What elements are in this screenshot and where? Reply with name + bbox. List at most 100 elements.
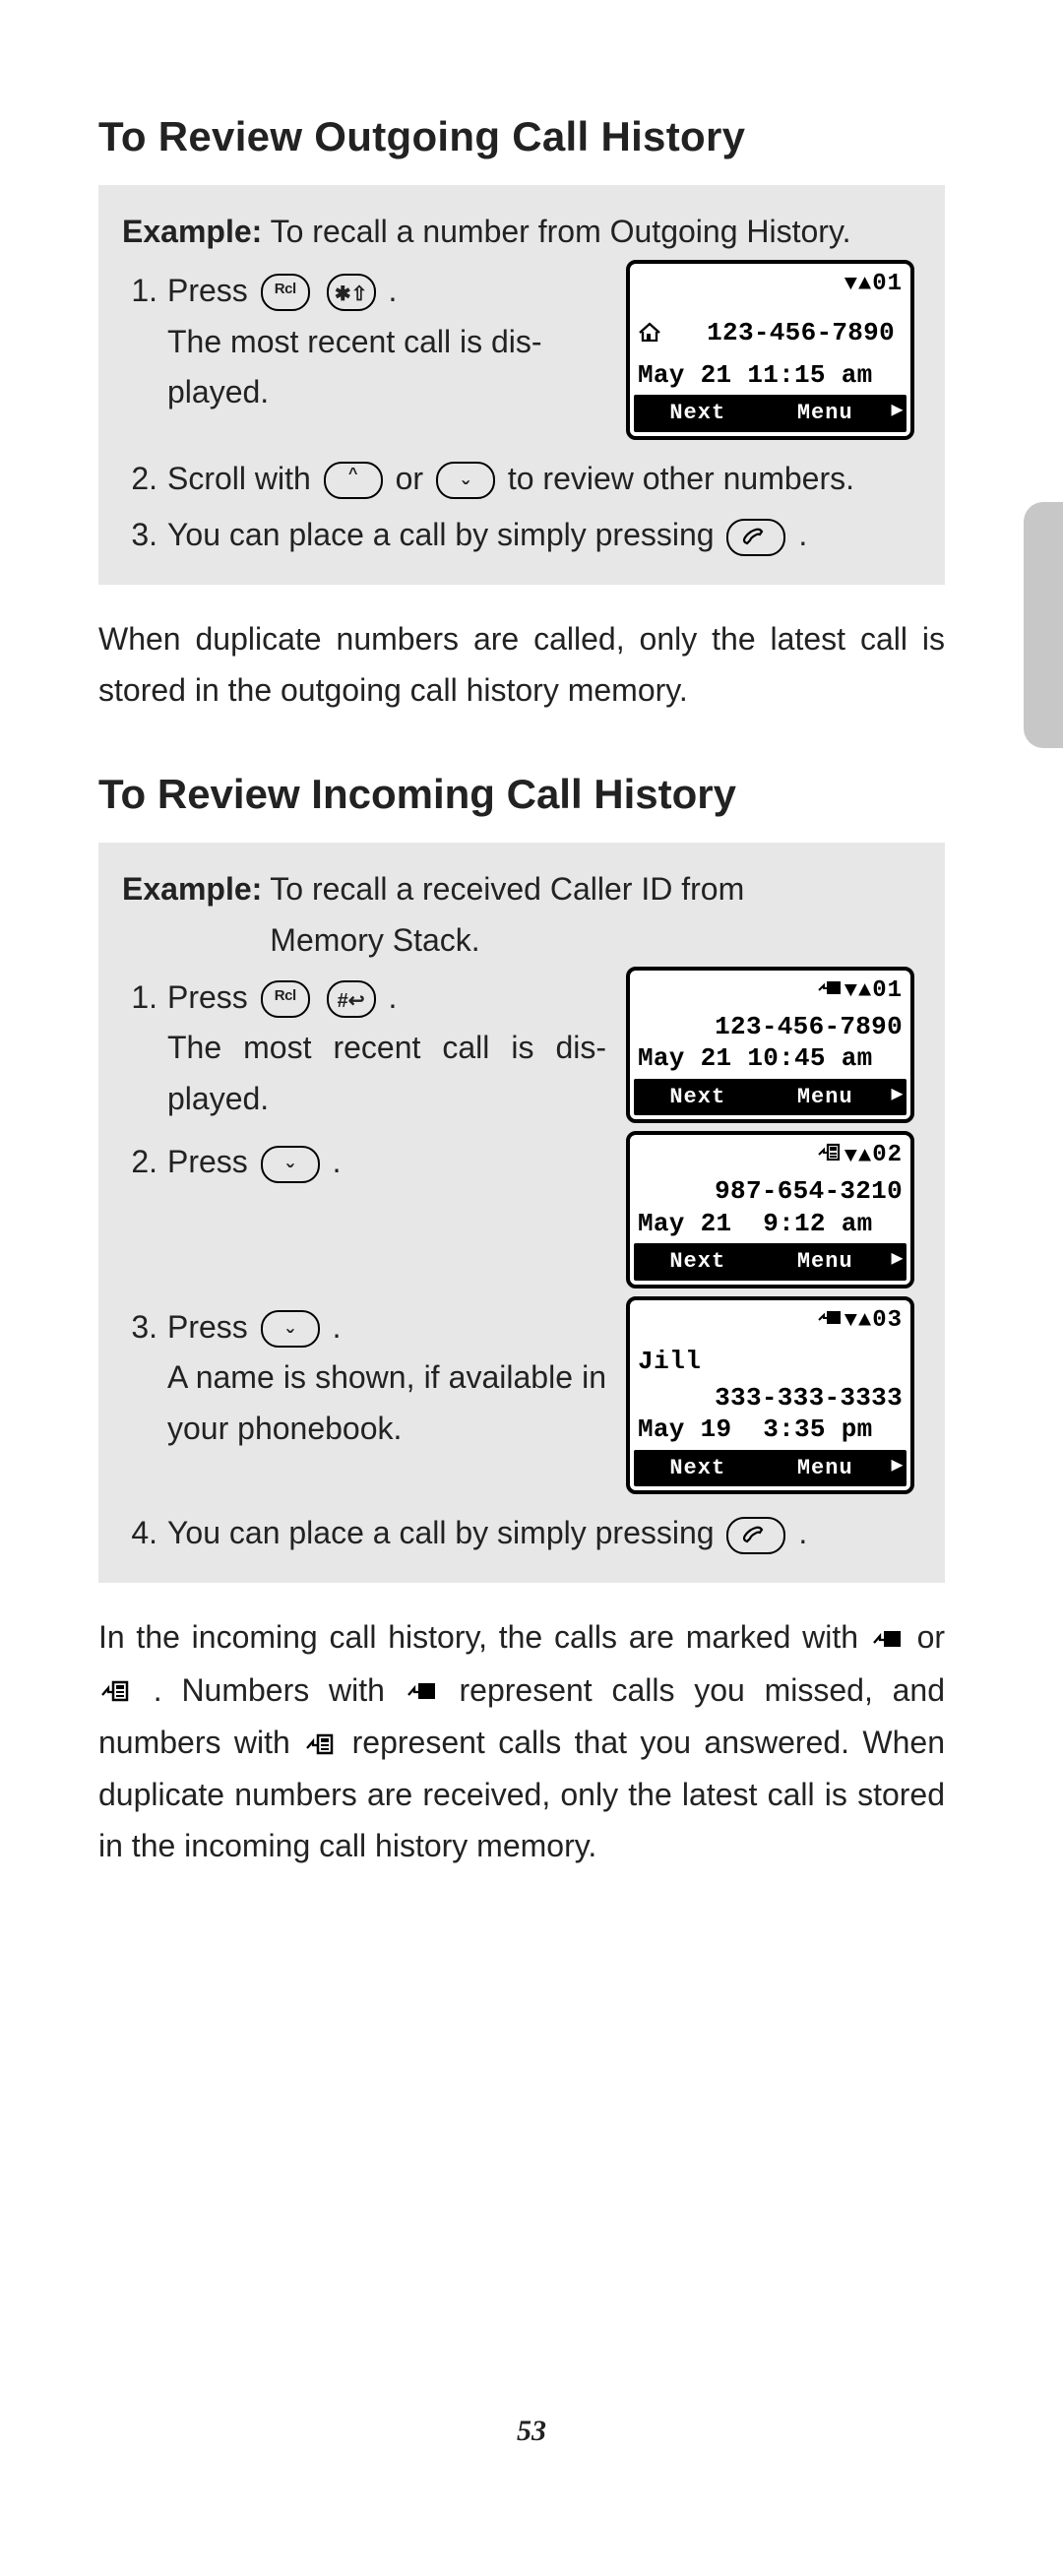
- down-arrow-icon: ▼: [844, 1146, 858, 1167]
- screen-number: 333-333-3333: [630, 1382, 910, 1414]
- example-box-outgoing: Example: To recall a number from Outgoin…: [98, 185, 945, 585]
- rcl-key-icon: Rcl: [261, 980, 310, 1018]
- screen-softkeys: Next Menu ▶: [634, 1450, 907, 1487]
- step2-text-a: Press: [167, 1144, 248, 1179]
- softkey-next: Next: [634, 1079, 762, 1116]
- period: .: [333, 1144, 342, 1179]
- softkey-next: Next: [634, 1450, 762, 1487]
- answered-call-icon: [101, 1666, 131, 1718]
- screen-datetime: May 21 9:12 am: [630, 1208, 910, 1240]
- up-arrow-icon: ▲: [858, 1146, 872, 1167]
- up-arrow-icon: ▲: [858, 274, 872, 295]
- screen-softkeys: Next Menu ▶: [634, 395, 907, 432]
- answered-call-icon: [306, 1720, 336, 1771]
- up-arrow-icon: ▲: [858, 1310, 872, 1332]
- after-c: . Numbers with: [154, 1672, 385, 1708]
- up-arrow-icon: ▲: [858, 980, 872, 1002]
- right-arrow-icon: ▶: [889, 1079, 907, 1116]
- step3-text-a: Press: [167, 1309, 248, 1345]
- screen-index: 01: [872, 973, 903, 1011]
- rcl-key-icon: Rcl: [261, 274, 310, 311]
- step-number: 2.: [122, 454, 167, 505]
- lcd-screen-incoming-3: ▼ ▲ 03 Jill 333-333-3333 May 19 3:35 pm …: [626, 1296, 914, 1495]
- step1-text-a: Press: [167, 273, 248, 308]
- call-key-icon: [726, 519, 785, 556]
- down-nav-key-icon: [261, 1146, 320, 1183]
- step1-text-a: Press: [167, 979, 248, 1015]
- right-arrow-icon: ▶: [889, 1450, 907, 1487]
- answered-call-icon: [818, 1137, 842, 1175]
- screen-index: 01: [872, 266, 903, 304]
- down-arrow-icon: ▼: [844, 980, 858, 1002]
- heading-outgoing: To Review Outgoing Call History: [98, 113, 945, 160]
- down-arrow-icon: ▼: [844, 274, 858, 295]
- down-nav-key-icon: [436, 462, 495, 499]
- example-label: Example:: [122, 871, 262, 907]
- down-arrow-icon: ▼: [844, 1310, 858, 1332]
- side-tab: [1024, 502, 1063, 748]
- step2-text-a: Scroll with: [167, 461, 311, 496]
- step-number: 3.: [122, 1302, 167, 1353]
- softkey-menu: Menu: [762, 1079, 890, 1116]
- step2-text-c: to review other numbers.: [508, 461, 854, 496]
- screen-number: 987-654-3210: [630, 1175, 910, 1208]
- page-content: To Review Outgoing Call History Example:…: [98, 113, 945, 1872]
- period: .: [798, 1515, 807, 1550]
- home-icon: [638, 308, 661, 359]
- call-key-icon: [726, 1517, 785, 1554]
- period: .: [333, 1309, 342, 1345]
- after-a: In the incoming call history, the calls …: [98, 1619, 858, 1655]
- screen-index: 02: [872, 1137, 903, 1175]
- up-nav-key-icon: [324, 462, 383, 499]
- hash-key-icon: #↩: [327, 980, 376, 1018]
- star-key-icon: ✱⇧: [327, 274, 376, 311]
- screen-index: 03: [872, 1302, 903, 1341]
- step4-text-a: You can place a call by simply pressing: [167, 1515, 715, 1550]
- screen-datetime: May 21 10:45 am: [630, 1042, 910, 1075]
- step1-text-b: The most recent call is dis­played.: [167, 1030, 606, 1116]
- step-number: 3.: [122, 510, 167, 561]
- example-box-incoming: Example: To recall a received Caller ID …: [98, 843, 945, 1583]
- example-label: Example:: [122, 214, 262, 249]
- step-number: 2.: [122, 1137, 167, 1188]
- step-number: 4.: [122, 1508, 167, 1559]
- screen-name: Jill: [630, 1341, 910, 1382]
- softkey-menu: Menu: [762, 1243, 890, 1281]
- right-arrow-icon: ▶: [889, 1243, 907, 1281]
- heading-incoming: To Review Incoming Call History: [98, 771, 945, 818]
- screen-softkeys: Next Menu ▶: [634, 1079, 907, 1116]
- period: .: [798, 517, 807, 552]
- screen-softkeys: Next Menu ▶: [634, 1243, 907, 1281]
- example-text-a: To recall a received Caller ID from: [270, 871, 744, 907]
- right-arrow-icon: ▶: [889, 395, 907, 432]
- missed-call-icon: [818, 1302, 842, 1341]
- step-number: 1.: [122, 266, 167, 317]
- example-text-b: Memory Stack.: [270, 922, 479, 958]
- missed-call-icon: [873, 1614, 903, 1665]
- example-text: To recall a number from Outgoing History…: [271, 214, 851, 249]
- softkey-menu: Menu: [762, 395, 890, 432]
- period: .: [388, 979, 397, 1015]
- period: .: [388, 273, 397, 308]
- lcd-screen-incoming-2: ▼ ▲ 02 987-654-3210 May 21 9:12 am Next …: [626, 1131, 914, 1288]
- down-nav-key-icon: [261, 1310, 320, 1348]
- page-number: 53: [0, 2415, 1063, 2448]
- lcd-screen-outgoing: ▼ ▲ 01 123-456-7890: [626, 260, 914, 440]
- screen-number: 123-456-7890: [630, 1011, 910, 1043]
- step3-text-b: A name is shown, if available in your ph…: [167, 1359, 606, 1446]
- screen-number: 123-456-7890: [667, 317, 903, 349]
- missed-call-icon: [407, 1666, 437, 1718]
- step3-text-a: You can place a call by simply pressing: [167, 517, 715, 552]
- softkey-next: Next: [634, 395, 762, 432]
- after-b: or: [917, 1619, 945, 1655]
- lcd-screen-incoming-1: ▼ ▲ 01 123-456-7890 May 21 10:45 am Next…: [626, 967, 914, 1124]
- step2-text-b: or: [396, 461, 423, 496]
- after-text-outgoing: When duplicate numbers are called, only …: [98, 614, 945, 717]
- step1-text-b: The most recent call is dis­played.: [167, 324, 542, 410]
- softkey-menu: Menu: [762, 1450, 890, 1487]
- missed-call-icon: [818, 973, 842, 1011]
- step-number: 1.: [122, 973, 167, 1024]
- screen-datetime: May 19 3:35 pm: [630, 1414, 910, 1446]
- screen-datetime: May 21 11:15 am: [630, 359, 910, 392]
- after-text-incoming: In the incoming call history, the calls …: [98, 1612, 945, 1872]
